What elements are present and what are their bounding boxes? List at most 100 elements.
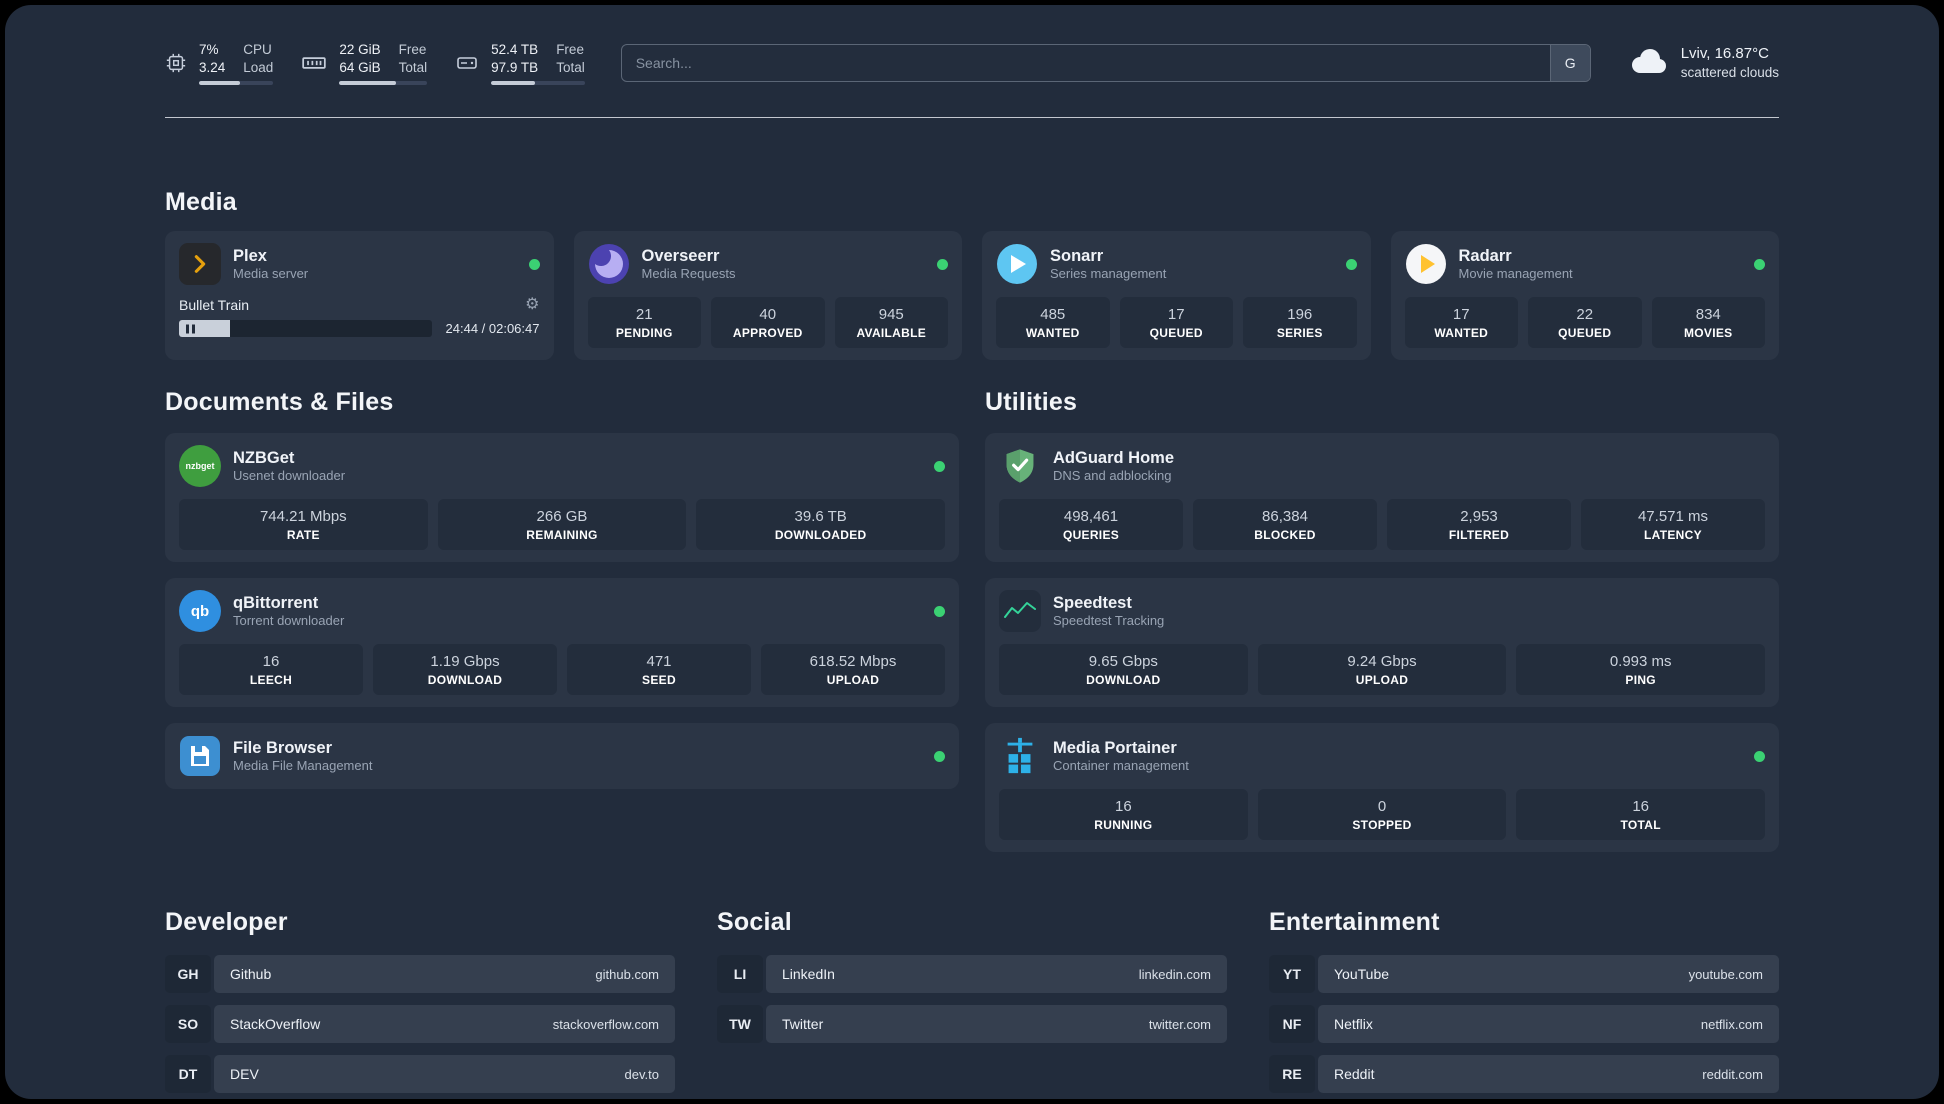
stat-label: SEED: [642, 673, 676, 687]
app-card-adguard[interactable]: AdGuard Home DNS and adblocking 498,461 …: [985, 433, 1779, 562]
app-card-sonarr[interactable]: Sonarr Series management 485 WANTED 17 Q…: [982, 231, 1371, 360]
app-card-qbittorrent[interactable]: qb qBittorrent Torrent downloader 16 LEE…: [165, 578, 959, 707]
bookmark-reddit[interactable]: RE Reddit reddit.com: [1269, 1055, 1779, 1093]
status-dot: [528, 258, 540, 270]
search-engine-button[interactable]: G: [1549, 45, 1590, 81]
bookmark-abbr: DT: [165, 1055, 211, 1093]
stat-tile: 0.993 ms PING: [1516, 644, 1765, 695]
dashboard-page: 7% CPU 3.24 Load 22 GiB Free 64 GiB Tota…: [5, 5, 1939, 1099]
app-name: AdGuard Home: [1053, 449, 1175, 467]
stat-label: SERIES: [1276, 326, 1323, 340]
stat-value: 9.65 Gbps: [1088, 653, 1158, 670]
app-card-overseerr[interactable]: Overseerr Media Requests 21 PENDING 40 A…: [573, 231, 962, 360]
stat-tile: 266 GB REMAINING: [437, 499, 687, 550]
bookmark-name: YouTube: [1334, 966, 1390, 982]
app-card-filebrowser[interactable]: File Browser Media File Management: [165, 723, 959, 789]
portainer-icon: [999, 735, 1041, 777]
stat-value: 21: [635, 306, 653, 323]
app-card-nzbget[interactable]: nzbget NZBGet Usenet downloader 744.21 M…: [165, 433, 959, 562]
cpu-load-value: 3.24: [199, 60, 226, 75]
plex-seekbar[interactable]: [179, 320, 432, 337]
app-card-portainer[interactable]: Media Portainer Container management 16 …: [985, 723, 1779, 852]
stat-tile: 485 WANTED: [996, 297, 1110, 348]
bookmark-name: Netflix: [1334, 1016, 1373, 1032]
stat-tile: 834 MOVIES: [1651, 297, 1765, 348]
search-input[interactable]: [621, 45, 1550, 81]
ram-label-bottom: Total: [398, 60, 428, 75]
pause-icon[interactable]: [186, 324, 195, 333]
bookmark-abbr: YT: [1269, 955, 1315, 993]
stat-value: 471: [646, 653, 672, 670]
stat-tile: 618.52 Mbps UPLOAD: [761, 644, 945, 695]
bookmark-url: reddit.com: [1702, 1066, 1763, 1082]
disk-label-bottom: Total: [556, 60, 585, 75]
stat-value: 39.6 TB: [794, 508, 847, 525]
app-subtitle: Usenet downloader: [233, 468, 346, 483]
disk-total-value: 97.9 TB: [491, 60, 539, 75]
stat-tile: 16 RUNNING: [999, 789, 1248, 840]
stat-tile: 2,953 FILTERED: [1387, 499, 1571, 550]
app-name: Media Portainer: [1053, 739, 1177, 757]
bookmark-url: github.com: [595, 966, 659, 982]
stat-label: UPLOAD: [826, 673, 880, 687]
stat-value: 1.19 Gbps: [430, 653, 500, 670]
header-divider: [165, 117, 1779, 118]
section-title-entertainment: Entertainment: [1269, 908, 1440, 936]
stat-tile: 39.6 TB DOWNLOADED: [696, 499, 945, 550]
stat-tile: 47.571 ms LATENCY: [1581, 499, 1765, 550]
stat-label: APPROVED: [732, 326, 803, 340]
stat-tile: 744.21 Mbps RATE: [179, 499, 428, 550]
stat-value: 16: [1114, 798, 1132, 815]
stat-value: 47.571 ms: [1637, 508, 1709, 525]
stat-value: 86,384: [1262, 508, 1308, 525]
bookmark-github[interactable]: GH Github github.com: [165, 955, 675, 993]
app-card-speedtest[interactable]: Speedtest Speedtest Tracking 9.65 Gbps D…: [985, 578, 1779, 707]
bookmark-netflix[interactable]: NF Netflix netflix.com: [1269, 1005, 1779, 1043]
app-subtitle: DNS and adblocking: [1053, 468, 1172, 483]
bookmark-abbr: RE: [1269, 1055, 1315, 1093]
stat-label: REMAINING: [526, 528, 598, 542]
bookmark-dev[interactable]: DT DEV dev.to: [165, 1055, 675, 1093]
bookmark-url: dev.to: [624, 1066, 659, 1082]
filebrowser-icon: [179, 735, 221, 777]
bookmark-twitter[interactable]: TW Twitter twitter.com: [717, 1005, 1227, 1043]
cpu-label-top: CPU: [243, 42, 272, 57]
playback-time: 24:44 / 02:06:47: [445, 321, 540, 336]
search-bar: G: [620, 44, 1591, 82]
app-subtitle: Container management: [1053, 758, 1189, 773]
bookmark-stackoverflow[interactable]: SO StackOverflow stackoverflow.com: [165, 1005, 675, 1043]
status-dot: [1754, 750, 1765, 762]
app-card-plex[interactable]: Plex Media server Bullet Train ⚙ 24:44 /…: [165, 231, 554, 360]
stat-value: 17: [1167, 306, 1185, 323]
weather-widget: Lviv, 16.87°C scattered clouds: [1627, 44, 1779, 82]
cpu-icon: [165, 52, 187, 74]
stat-tile: 9.65 Gbps DOWNLOAD: [999, 644, 1248, 695]
status-dot: [937, 258, 948, 270]
stat-tile: 945 AVAILABLE: [834, 297, 948, 348]
app-subtitle: Speedtest Tracking: [1053, 613, 1165, 628]
bookmark-abbr: SO: [165, 1005, 211, 1043]
radarr-icon: [1405, 243, 1447, 285]
app-name: File Browser: [233, 739, 333, 757]
bookmark-name: Reddit: [1334, 1066, 1375, 1082]
stat-label: QUEUED: [1149, 326, 1203, 340]
stat-label: WANTED: [1025, 326, 1080, 340]
stat-value: 22: [1576, 306, 1594, 323]
bookmark-name: DEV: [230, 1066, 259, 1082]
stat-tile: 0 STOPPED: [1257, 789, 1507, 840]
bookmark-youtube[interactable]: YT YouTube youtube.com: [1269, 955, 1779, 993]
ram-usage-fill: [339, 81, 397, 85]
app-subtitle: Media server: [233, 266, 309, 281]
stat-value: 744.21 Mbps: [259, 508, 347, 525]
cpu-label-bottom: Load: [243, 60, 274, 75]
gear-icon[interactable]: ⚙: [525, 297, 539, 313]
bookmark-abbr: TW: [717, 1005, 763, 1043]
stat-value: 9.24 Gbps: [1347, 653, 1417, 670]
app-card-radarr[interactable]: Radarr Movie management 17 WANTED 22 QUE…: [1390, 231, 1779, 360]
stat-label: DOWNLOADED: [774, 528, 867, 542]
bookmark-linkedin[interactable]: LI LinkedIn linkedin.com: [717, 955, 1227, 993]
bookmark-name: StackOverflow: [230, 1016, 321, 1032]
app-name: Speedtest: [1053, 594, 1132, 612]
stat-tile: 196 SERIES: [1243, 297, 1357, 348]
adguard-icon: [999, 445, 1041, 487]
